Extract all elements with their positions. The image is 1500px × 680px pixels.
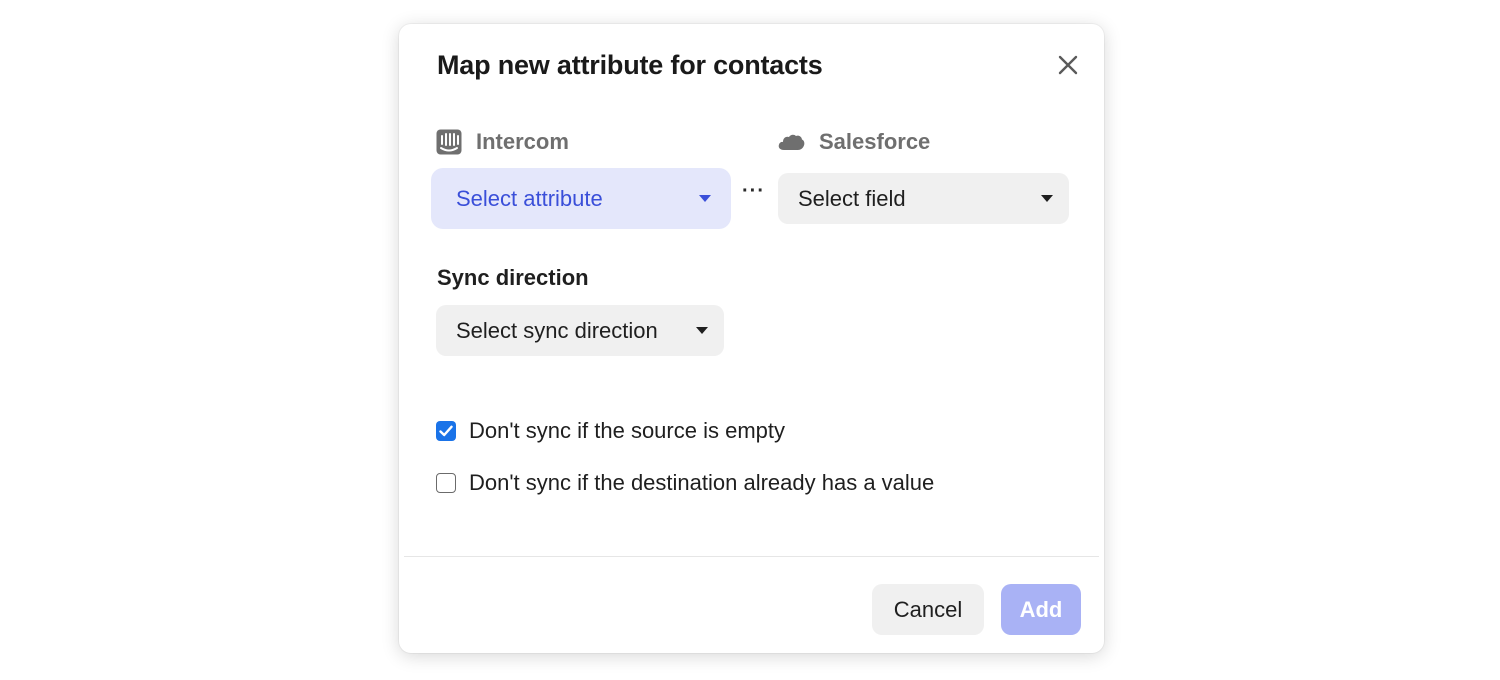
select-attribute-dropdown[interactable]: Select attribute: [431, 168, 731, 229]
chevron-down-icon: [1041, 195, 1053, 202]
intercom-label: Intercom: [436, 129, 569, 155]
select-field-dropdown[interactable]: Select field: [778, 173, 1069, 224]
salesforce-cloud-icon: [778, 134, 805, 150]
mapping-connector-ellipsis: ···: [742, 180, 765, 202]
modal-title: Map new attribute for contacts: [437, 50, 823, 80]
salesforce-label: Salesforce: [777, 129, 930, 155]
checkmark-icon: [439, 425, 453, 437]
intercom-logo-icon: [436, 129, 462, 155]
intercom-label-text: Intercom: [476, 129, 569, 154]
sync-direction-label: Sync direction: [437, 265, 589, 290]
cancel-button[interactable]: Cancel: [872, 584, 984, 635]
close-button[interactable]: [1053, 50, 1083, 80]
salesforce-label-text: Salesforce: [819, 129, 931, 154]
skip-empty-source-checkbox[interactable]: [436, 421, 456, 441]
close-icon: [1058, 55, 1078, 75]
chevron-down-icon: [699, 195, 711, 202]
option-skip-existing-destination[interactable]: Don't sync if the destination already ha…: [436, 470, 934, 496]
sync-direction-dropdown[interactable]: Select sync direction: [436, 305, 724, 356]
skip-existing-destination-label: Don't sync if the destination already ha…: [469, 470, 935, 495]
footer-divider: [404, 556, 1099, 557]
option-skip-empty-source[interactable]: Don't sync if the source is empty: [436, 418, 785, 444]
skip-empty-source-label: Don't sync if the source is empty: [469, 418, 785, 443]
select-field-value: Select field: [798, 185, 906, 211]
sync-direction-value: Select sync direction: [456, 317, 658, 343]
page-background: Map new attribute for contacts Intercom: [0, 0, 1500, 680]
map-attribute-modal: Map new attribute for contacts Intercom: [399, 24, 1104, 653]
skip-existing-destination-checkbox[interactable]: [436, 473, 456, 493]
chevron-down-icon: [696, 327, 708, 334]
select-attribute-value: Select attribute: [456, 185, 603, 211]
add-button[interactable]: Add: [1001, 584, 1081, 635]
